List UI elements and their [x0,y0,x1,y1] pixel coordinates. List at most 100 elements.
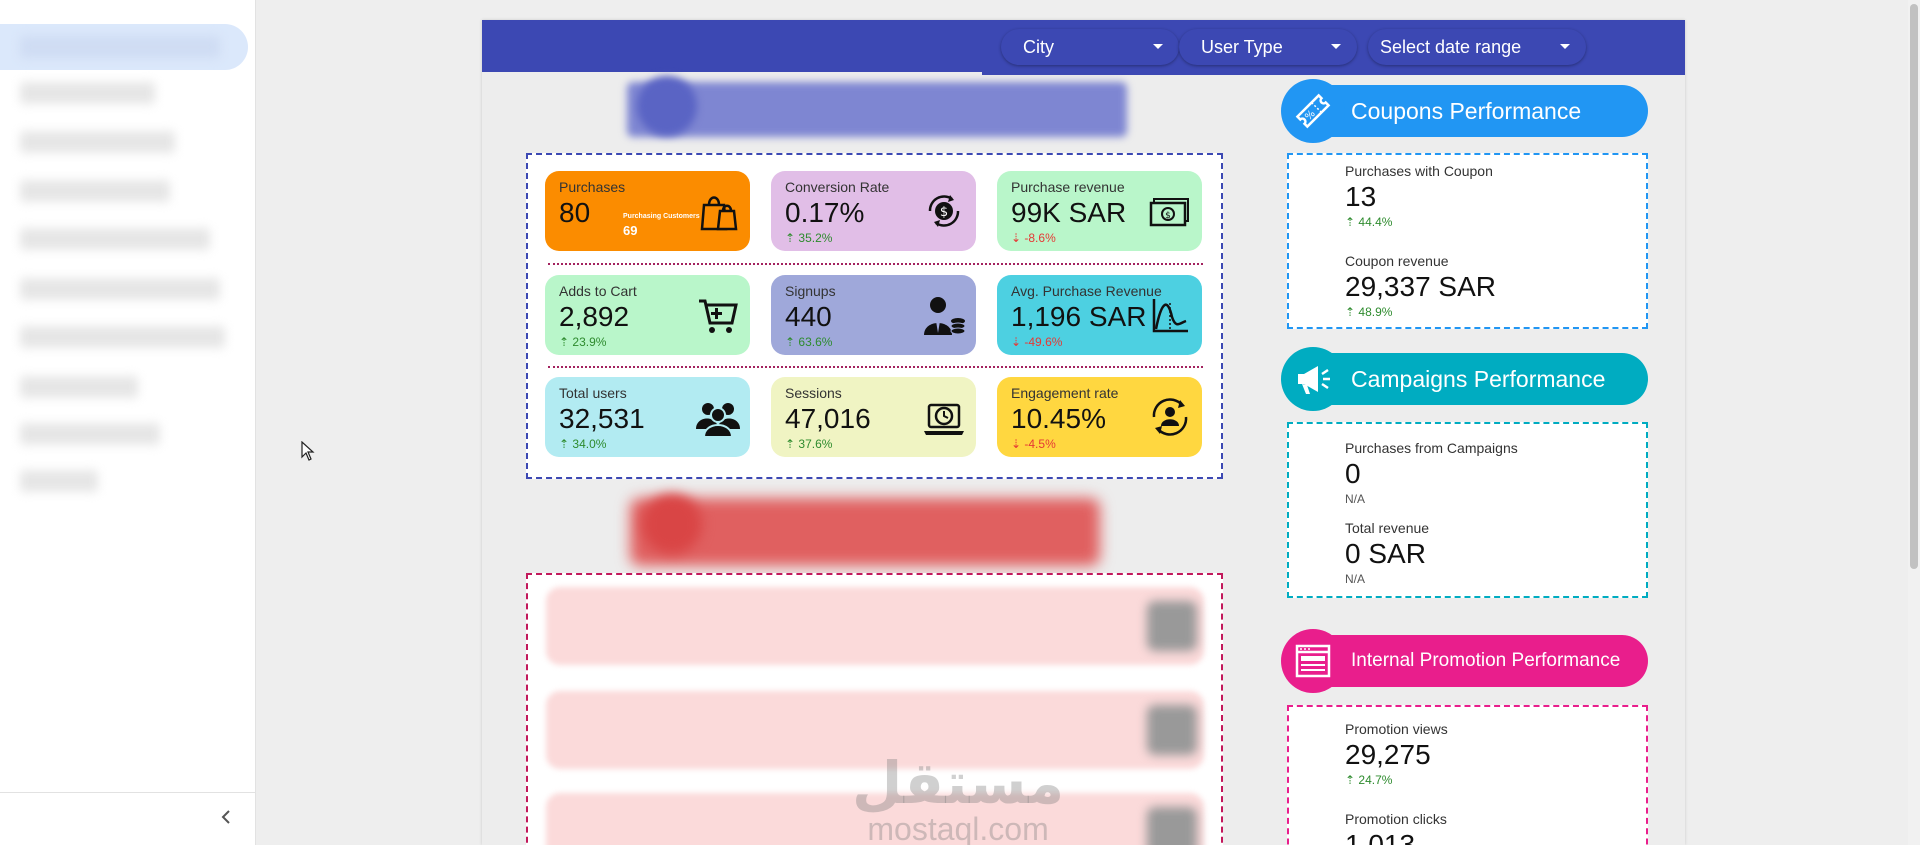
sidebar-item[interactable] [20,180,170,202]
metric-value: 29,337 SAR [1345,271,1496,302]
laptop-clock-icon [924,403,964,435]
metric-value: 0 SAR [1345,538,1426,569]
metric-label: Purchases from Campaigns [1345,440,1518,456]
kpi-delta: ⇣ -4.5% [1011,437,1056,451]
sidebar-item[interactable] [20,423,160,445]
blurred-section-icon [642,494,702,554]
metric-total-revenue: Total revenue 0 SAR N/A [1345,520,1429,586]
svg-text:$: $ [940,205,948,220]
kpi-delta-value: 35.2% [798,231,833,245]
sidebar-item[interactable] [20,278,220,300]
metric-delta: ⇡ 48.9% [1345,305,1393,319]
sidebar-item[interactable] [20,228,210,250]
cart-add-icon [699,299,738,333]
kpi-card-avg-purchase-revenue[interactable]: Avg. Purchase Revenue 1,196 SAR ⇣ -49.6% [997,275,1202,355]
metric-delta-value: 44.4% [1358,215,1393,229]
kpi-card-sessions[interactable]: Sessions 47,016 ⇡ 37.6% [771,377,976,457]
kpi-card-conversion-rate[interactable]: Conversion Rate 0.17% ⇡ 35.2% $ [771,171,976,251]
report-page: City User Type Select date range Purchas… [482,20,1685,845]
user-cycle-icon [1152,398,1188,436]
kpi-delta: ⇣ -8.6% [1011,231,1056,245]
sidebar-item[interactable] [20,326,225,348]
coupons-header: % Coupons Performance [1281,79,1648,143]
metric-value: 0 [1345,458,1361,489]
coupon-ticket-icon: % [1281,79,1345,143]
divider [548,263,1203,265]
kpi-delta: ⇡ 37.6% [785,437,833,451]
metric-delta-value: 48.9% [1358,305,1393,319]
date-range-filter[interactable]: Select date range [1368,29,1586,65]
metric-delta: N/A [1345,492,1366,506]
kpi-sub-label: Purchasing Customers [623,213,700,220]
coupons-panel: Purchases with Coupon 13 ⇡ 44.4% Coupon … [1287,153,1648,329]
mouse-cursor-icon [301,440,315,466]
sidebar-item[interactable] [20,470,98,492]
metric-purchases-with-coupon: Purchases with Coupon 13 ⇡ 44.4% [1345,163,1493,229]
users-group-icon [696,403,740,438]
metric-value: 29,275 [1345,739,1431,770]
sidebar [0,0,256,845]
chevron-left-icon[interactable] [214,805,238,829]
cash-icon: $ [1149,198,1189,227]
metric-label: Coupon revenue [1345,253,1449,269]
campaigns-title: Campaigns Performance [1351,365,1606,392]
watermark-latin: mostaql.com [867,811,1049,845]
kpi-card-adds-to-cart[interactable]: Adds to Cart 2,892 ⇡ 23.9% [545,275,750,355]
caret-down-icon [1331,44,1341,49]
scrollbar[interactable] [1908,0,1920,845]
kpi-card-purchases[interactable]: Purchases 80 Purchasing Customers 69 [545,171,750,251]
metric-delta: ⇡ 24.7% [1345,773,1393,787]
kpi-card-engagement-rate[interactable]: Engagement rate 10.45% ⇣ -4.5% [997,377,1202,457]
kpi-delta: ⇡ 23.9% [559,335,607,349]
blurred-kpi-card [546,587,1204,665]
metric-promotion-clicks: Promotion clicks 1,013 [1345,811,1447,845]
kpi-card-purchase-revenue[interactable]: Purchase revenue 99K SAR ⇣ -8.6% $ [997,171,1202,251]
sidebar-item[interactable] [20,82,155,104]
sidebar-footer [0,792,256,845]
kpi-sub-value: 69 [623,223,638,238]
kpi-delta-value: -4.5% [1024,437,1056,451]
kpi-delta: ⇣ -49.6% [1011,335,1063,349]
blurred-section-icon [637,76,697,136]
kpi-delta: ⇡ 34.0% [559,437,607,451]
kpi-panel: Purchases 80 Purchasing Customers 69 Con… [526,153,1223,479]
metric-delta: N/A [1345,572,1366,586]
blurred-icon [1147,601,1197,651]
metric-label: Total revenue [1345,520,1430,536]
metric-label: Purchases with Coupon [1345,163,1493,179]
kpi-card-signups[interactable]: Signups 440 ⇡ 63.6% [771,275,976,355]
blurred-icon [1147,807,1197,845]
kpi-delta-value: 34.0% [572,437,607,451]
sidebar-item[interactable] [20,131,175,153]
watermark: مستقل mostaql.com [852,754,1064,845]
kpi-delta-value: 63.6% [798,335,833,349]
metric-label: Promotion clicks [1345,811,1447,827]
user-coins-icon [924,297,966,335]
kpi-delta-value: -49.6% [1024,335,1063,349]
metric-purchases-from-campaigns: Purchases from Campaigns 0 N/A [1345,440,1518,506]
chart-curve-icon [1152,299,1188,333]
kpi-delta-value: 37.6% [798,437,833,451]
city-filter-label: City [1023,36,1054,57]
date-range-filter-label: Select date range [1380,36,1522,57]
kpi-delta-value: 23.9% [572,335,607,349]
city-filter[interactable]: City [1001,29,1179,65]
shopping-bag-icon [700,196,738,231]
kpi-delta-value: -8.6% [1024,231,1056,245]
svg-text:$: $ [1165,211,1171,221]
kpi-card-total-users[interactable]: Total users 32,531 ⇡ 34.0% [545,377,750,457]
metric-value: 13 [1345,181,1377,212]
kpi-delta: ⇡ 63.6% [785,335,833,349]
scrollbar-thumb[interactable] [1910,4,1918,569]
dollar-cycle-icon: $ [928,195,960,227]
caret-down-icon [1153,44,1163,49]
user-type-filter[interactable]: User Type [1179,29,1357,65]
metric-promotion-views: Promotion views 29,275 ⇡ 24.7% [1345,721,1448,787]
divider [548,366,1203,368]
sidebar-item[interactable] [20,376,138,398]
metric-label: Promotion views [1345,721,1448,737]
sidebar-item[interactable] [20,36,220,58]
promotion-title: Internal Promotion Performance [1351,650,1621,671]
metric-coupon-revenue: Coupon revenue 29,337 SAR ⇡ 48.9% [1345,253,1496,319]
promotion-header: Internal Promotion Performance [1281,629,1648,693]
